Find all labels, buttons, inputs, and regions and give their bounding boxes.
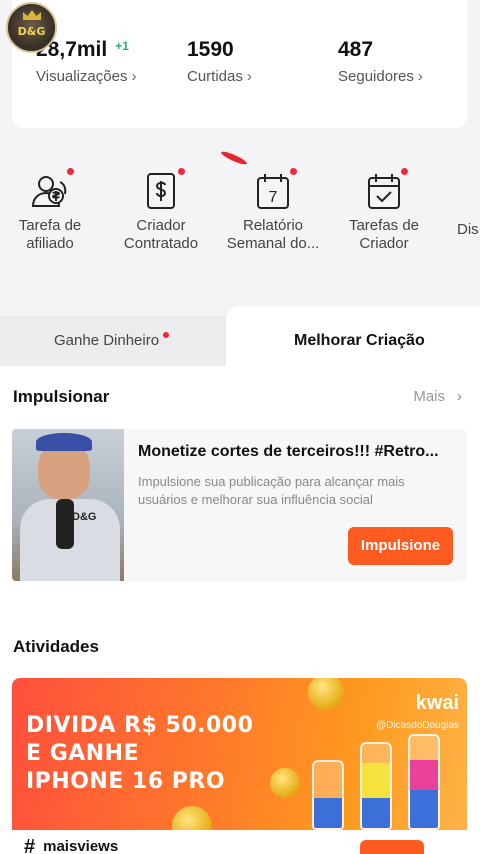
coin-icon <box>308 678 344 710</box>
banner-headline: DIVIDA R$ 50.000 E GANHE IPHONE 16 PRO <box>26 713 254 794</box>
views-label: Visualizações › <box>36 68 137 85</box>
tab-improve-creation[interactable]: Melhorar Criação <box>226 306 480 366</box>
microphone-icon <box>56 499 74 549</box>
bottle-icon <box>312 760 344 830</box>
tool-hired-creator[interactable]: Criador Contratado <box>106 160 216 253</box>
channel-logo: D&G <box>6 2 57 53</box>
tool-label: Tarefas de Criador <box>348 217 420 252</box>
more-link[interactable]: Mais › <box>413 388 462 405</box>
tab-earn-money[interactable]: Ganhe Dinheiro <box>0 316 232 366</box>
coin-icon <box>270 768 300 798</box>
boost-button[interactable]: Impulsione <box>348 527 453 565</box>
boost-card-title: Monetize cortes de terceiros!!! #Retro..… <box>138 443 439 460</box>
views-delta: +1 <box>115 39 129 53</box>
notification-dot <box>401 168 408 175</box>
activity-button[interactable] <box>360 840 424 854</box>
tool-label: Criador Contratado <box>123 217 199 252</box>
notification-dot <box>178 168 185 175</box>
bottle-icon <box>360 742 392 830</box>
hashtag-row[interactable]: # maisviews <box>24 836 118 854</box>
coin-icon <box>172 806 212 830</box>
tool-label: Dis <box>457 221 479 238</box>
followers-value: 487 <box>338 38 374 61</box>
chevron-right-icon: › <box>131 68 137 85</box>
tab-label: Ganhe Dinheiro <box>54 332 160 349</box>
notification-dot <box>67 168 74 175</box>
hashtag-icon: # <box>24 836 36 854</box>
boost-card[interactable]: D&G Monetize cortes de terceiros!!! #Ret… <box>12 429 467 581</box>
chevron-right-icon: › <box>246 68 252 85</box>
main-content: Impulsionar Mais › D&G Monetize cortes de… <box>0 366 480 854</box>
chevron-right-icon: › <box>417 68 423 85</box>
stats-card: 28,7mil +1 Visualizações › 1590 Curtidas › … <box>12 0 467 128</box>
tool-label: Relatório Semanal do... <box>226 217 320 252</box>
tab-label: Melhorar Criação <box>294 332 425 349</box>
chevron-right-icon: › <box>457 388 462 405</box>
boost-section-title: Impulsionar <box>13 387 110 406</box>
notification-dot <box>163 332 169 338</box>
affiliate-icon <box>28 168 74 214</box>
tool-weekly-report[interactable]: 7 Relatório Semanal do... <box>218 160 328 253</box>
video-thumbnail[interactable]: D&G <box>12 429 124 581</box>
creator-tools-row: Tarefa de afiliado Criador Contratado 7 … <box>0 160 480 270</box>
tab-bar: Ganhe Dinheiro Melhorar Criação <box>0 306 480 366</box>
notification-dot <box>290 168 297 175</box>
activities-section-title: Atividades <box>13 637 99 656</box>
tool-creator-tasks[interactable]: Tarefas de Criador <box>329 160 439 253</box>
svg-text:7: 7 <box>269 189 278 206</box>
likes-label: Curtidas › <box>187 68 252 85</box>
activity-banner[interactable]: DIVIDA R$ 50.000 E GANHE IPHONE 16 PRO k… <box>12 678 467 830</box>
boost-card-description: Impulsione sua publicação para alcançar … <box>138 474 405 507</box>
followers-stat[interactable]: 487 Seguidores › <box>338 38 423 85</box>
tool-label: Tarefa de afiliado <box>18 217 82 252</box>
bottle-icon <box>408 734 440 830</box>
kwai-logo: kwai <box>415 692 459 714</box>
likes-value: 1590 <box>187 38 234 61</box>
watermark-handle: @DicasdoDouglas <box>376 720 459 731</box>
likes-stat[interactable]: 1590 Curtidas › <box>187 38 252 85</box>
followers-label: Seguidores › <box>338 68 423 85</box>
crown-icon <box>23 10 41 20</box>
tool-partial[interactable]: Dis <box>457 160 480 239</box>
dollar-document-icon <box>139 168 185 214</box>
shirt-logo: D&G <box>72 511 97 523</box>
logo-text: D&G <box>17 25 46 38</box>
tool-affiliate-task[interactable]: Tarefa de afiliado <box>0 160 105 253</box>
calendar-7-icon: 7 <box>251 168 297 214</box>
calendar-check-icon <box>362 168 408 214</box>
